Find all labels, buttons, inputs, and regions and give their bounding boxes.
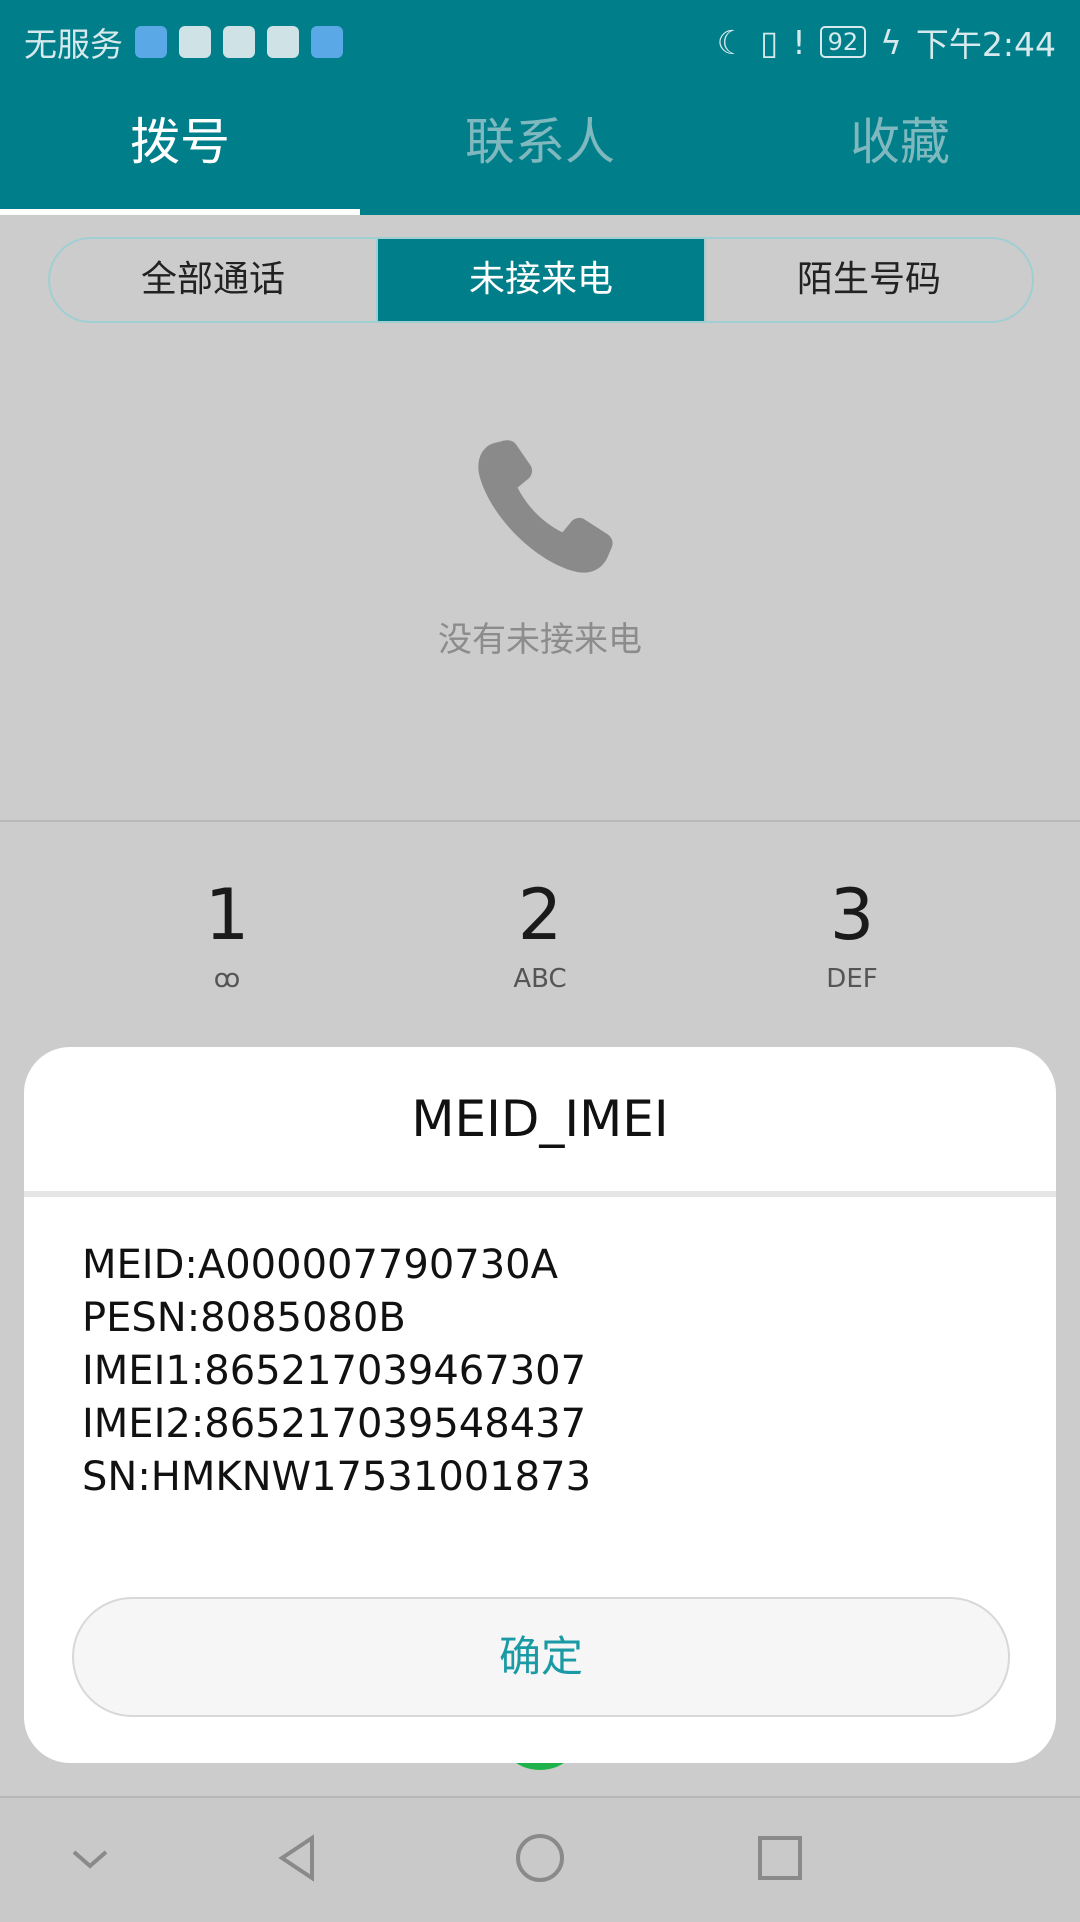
carrier-text: 无服务 [24, 25, 123, 64]
empty-state-text: 没有未接来电 [438, 620, 642, 660]
imei1-line: IMEI1:865217039467307 [82, 1348, 587, 1394]
sim-alert-icon: ! [792, 22, 806, 62]
app-header: 无服务 ☾ ▯ ! 92 ϟ 下午2:44 拨号 联系人 收藏 [0, 0, 1080, 215]
sn-line: SN:HMKNW17531001873 [82, 1454, 592, 1500]
status-bar: 无服务 ☾ ▯ ! 92 ϟ 下午2:44 [0, 0, 1080, 75]
shield-icon [135, 26, 167, 58]
tab-favorites[interactable]: 收藏 [720, 95, 1080, 215]
key-digit: 1 [204, 874, 250, 956]
imei2-line: IMEI2:865217039548437 [82, 1401, 587, 1447]
chevron-down-icon[interactable] [60, 1828, 120, 1888]
moon-icon: ☾ [716, 22, 747, 62]
device-info-text: MEID:A000007790730A PESN:8085080B IMEI1:… [82, 1239, 591, 1504]
confirm-button[interactable]: 确定 [72, 1597, 1010, 1717]
main-tabs: 拨号 联系人 收藏 [0, 95, 1080, 215]
segment-all-calls[interactable]: 全部通话 [50, 239, 378, 321]
segment-unknown-numbers[interactable]: 陌生号码 [706, 239, 1032, 321]
person-icon [179, 26, 211, 58]
dial-key-2[interactable]: 2 ABC [440, 870, 640, 994]
tab-contacts[interactable]: 联系人 [360, 95, 720, 215]
vibrate-icon: ▯ [760, 22, 779, 62]
status-left: 无服务 [24, 18, 343, 66]
pesn-line: PESN:8085080B [82, 1295, 406, 1341]
status-right: ☾ ▯ ! 92 ϟ 下午2:44 [717, 18, 1056, 66]
huawei-icon [223, 26, 255, 58]
key-letters: DEF [826, 964, 878, 994]
meid-imei-dialog: MEID_IMEI MEID:A000007790730A PESN:80850… [24, 1047, 1056, 1763]
home-icon[interactable] [510, 1828, 570, 1888]
divider [0, 820, 1080, 822]
voicemail-icon: ꝏ [213, 964, 241, 994]
back-icon[interactable] [268, 1828, 328, 1888]
segment-missed-calls[interactable]: 未接来电 [378, 239, 706, 321]
charging-icon: ϟ [880, 22, 902, 62]
dial-key-1[interactable]: 1 ꝏ [127, 870, 327, 994]
cloud-icon [267, 26, 299, 58]
heart-icon [311, 26, 343, 58]
key-digit: 2 [517, 874, 563, 956]
battery-indicator: 92 [819, 26, 867, 58]
meid-line: MEID:A000007790730A [82, 1242, 558, 1288]
dialog-title: MEID_IMEI [24, 1047, 1056, 1197]
recents-icon[interactable] [750, 1828, 810, 1888]
phone-icon [478, 440, 613, 573]
tab-dial[interactable]: 拨号 [0, 95, 360, 215]
key-digit: 3 [829, 874, 875, 956]
navigation-bar [0, 1796, 1080, 1922]
key-letters: ABC [513, 964, 567, 994]
dial-key-3[interactable]: 3 DEF [752, 870, 952, 994]
call-filter-segment: 全部通话 未接来电 陌生号码 [48, 237, 1034, 323]
clock: 下午2:44 [915, 25, 1056, 64]
